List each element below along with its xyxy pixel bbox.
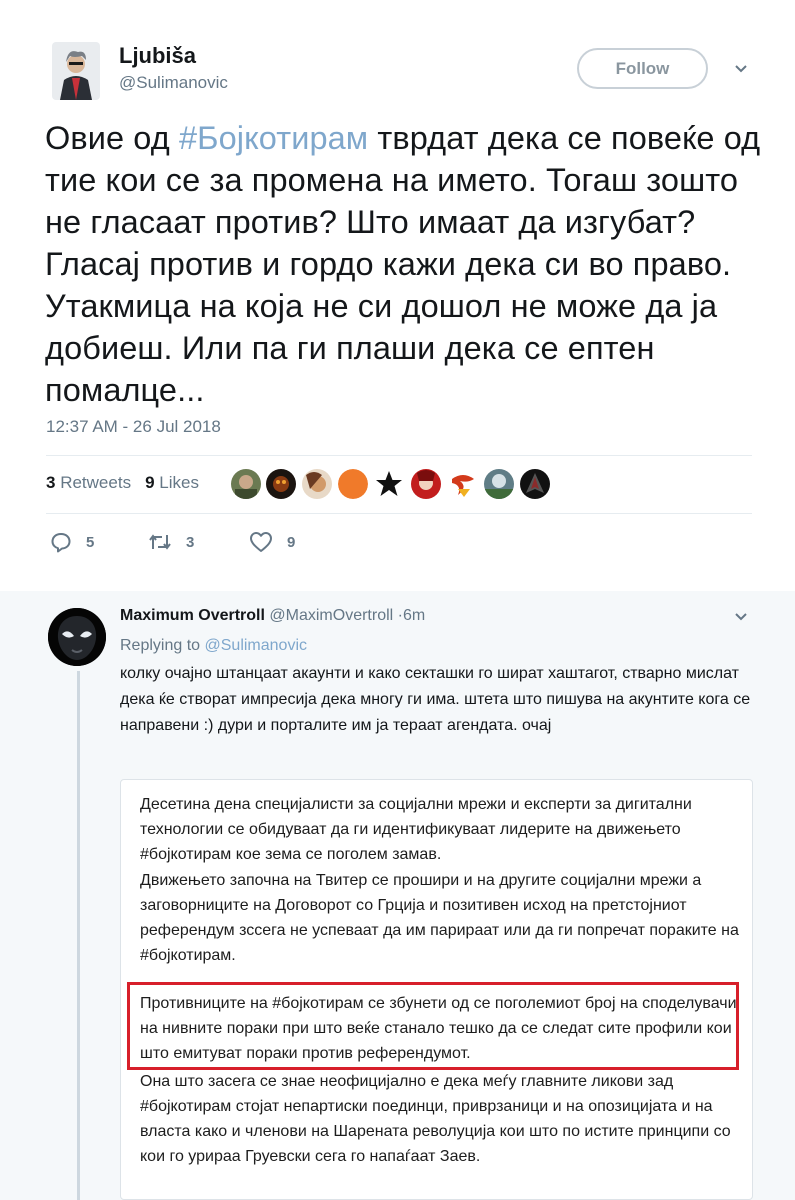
chevron-down-icon[interactable] (734, 62, 748, 76)
reply-header: Maximum Overtroll @MaximOvertroll ·6m (120, 607, 425, 625)
article-paragraph: Она што засега се знае неофицијално е де… (140, 1073, 731, 1165)
retweets-label: Retweets (60, 473, 132, 492)
liker-avatar[interactable] (231, 469, 261, 499)
likes-stat[interactable]: 9 Likes (145, 473, 199, 492)
chevron-down-icon[interactable] (734, 610, 748, 624)
reply-time[interactable]: ·6m (398, 607, 426, 624)
article-paragraph-highlighted: Противниците на #бојкотирам се збунети о… (140, 995, 737, 1062)
replying-to: Replying to @Sulimanovic (120, 637, 307, 655)
hashtag-link[interactable]: #Бојкотирам (179, 120, 368, 156)
author-name[interactable]: Ljubiša (119, 43, 196, 69)
liker-avatar[interactable] (448, 469, 478, 499)
retweet-icon (149, 534, 171, 550)
liker-avatar[interactable] (338, 469, 368, 499)
author-avatar[interactable] (52, 42, 100, 100)
article-paragraph: Движењето започна на Твитер се прошири и… (140, 872, 739, 964)
retweets-stat[interactable]: 3 Retweets (46, 473, 131, 492)
likes-count: 9 (145, 473, 155, 492)
retweet-action[interactable]: 3 (148, 530, 194, 554)
reply-action[interactable]: 5 (50, 530, 94, 554)
attached-article-image[interactable]: Десетина дена специјалисти за социјални … (120, 779, 753, 1200)
author-handle[interactable]: @Sulimanovic (119, 73, 228, 93)
tweet-text-part: Овие од (45, 120, 179, 156)
replying-prefix: Replying to (120, 637, 205, 654)
liker-avatar[interactable] (302, 469, 332, 499)
heart-icon (250, 532, 272, 552)
tweet-text: Овие од #Бојкотирам тврдат дека се повеќ… (45, 117, 775, 411)
liker-avatar[interactable] (266, 469, 296, 499)
retweet-count: 3 (186, 533, 195, 551)
likes-label: Likes (159, 473, 199, 492)
replying-mention[interactable]: @Sulimanovic (205, 637, 308, 654)
like-count: 9 (287, 533, 296, 551)
divider (46, 513, 752, 514)
reply-author-avatar[interactable] (48, 608, 106, 666)
reply-author-name[interactable]: Maximum Overtroll (120, 607, 265, 624)
reply-count: 5 (86, 533, 95, 551)
tweet-actions: 5 3 9 (46, 530, 346, 554)
divider (46, 455, 752, 456)
like-action[interactable]: 9 (249, 530, 295, 554)
tweet-timestamp[interactable]: 12:37 AM - 26 Jul 2018 (46, 417, 221, 437)
retweets-count: 3 (46, 473, 56, 492)
article-paragraph: Десетина дена специјалисти за социјални … (140, 796, 692, 863)
follow-button[interactable]: Follow (577, 48, 708, 89)
liker-avatar[interactable] (411, 469, 441, 499)
reply-author-handle[interactable]: @MaximOvertroll (269, 607, 393, 624)
liker-avatar[interactable] (374, 469, 404, 499)
liker-avatar[interactable] (520, 469, 550, 499)
engagement-stats: 3 Retweets 9 Likes (46, 473, 199, 493)
liker-avatar[interactable] (484, 469, 514, 499)
tweet-text-part: тврдат дека се повеќе од тие кои се за п… (45, 120, 761, 408)
thread-line (77, 671, 80, 1200)
reply-icon (51, 533, 71, 553)
reply-tweet: Maximum Overtroll @MaximOvertroll ·6m Re… (0, 591, 795, 1200)
main-tweet: Ljubiša @Sulimanovic Follow Овие од #Бој… (0, 0, 795, 585)
reply-text: колку очајно штанцаат акаунти и како сек… (120, 665, 751, 734)
